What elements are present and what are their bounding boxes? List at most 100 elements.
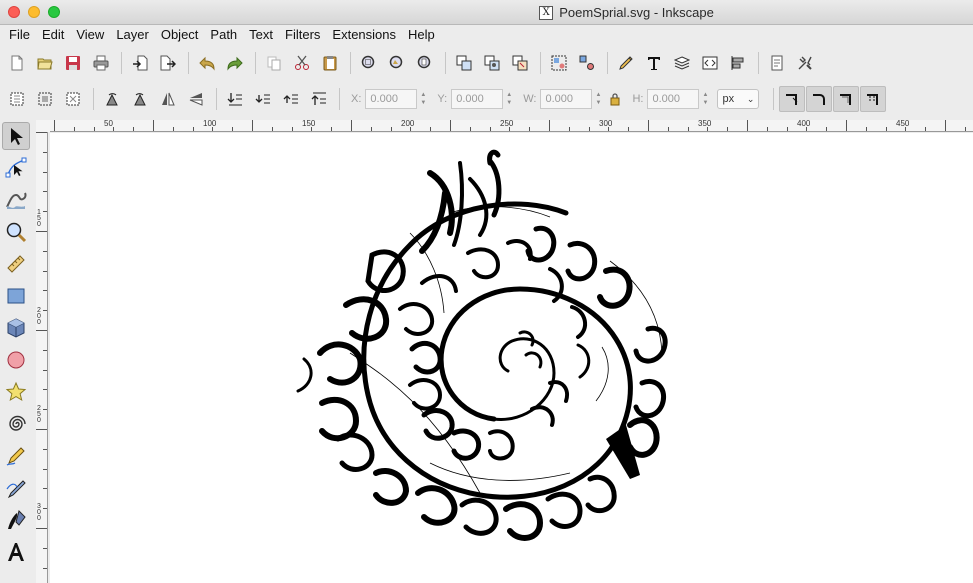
- calligraphy-lettering: [296, 149, 668, 541]
- ellipse-tool-icon: [7, 351, 25, 369]
- new-document-button[interactable]: [4, 50, 30, 76]
- layers-button[interactable]: [669, 50, 695, 76]
- raise-to-top-button[interactable]: [306, 86, 332, 112]
- tweak-tool[interactable]: [2, 186, 30, 214]
- 3d-box-tool[interactable]: [2, 314, 30, 342]
- open-document-button[interactable]: [32, 50, 58, 76]
- toolbar-separator: [607, 52, 608, 74]
- unlink-clone-button[interactable]: [507, 50, 533, 76]
- star-tool[interactable]: [2, 378, 30, 406]
- select-all-layers-button[interactable]: [32, 86, 58, 112]
- poem-spiral-artwork[interactable]: [50, 133, 973, 583]
- menu-edit[interactable]: Edit: [36, 25, 70, 45]
- rotate-cw-button[interactable]: [127, 86, 153, 112]
- deselect-icon: [66, 92, 80, 106]
- import-button[interactable]: [127, 50, 153, 76]
- select-all-button[interactable]: [4, 86, 30, 112]
- fill-stroke-icon: [619, 56, 633, 70]
- menu-file[interactable]: File: [3, 25, 36, 45]
- height-input[interactable]: [647, 89, 700, 109]
- flip-horizontal-button[interactable]: [155, 86, 181, 112]
- menu-extensions[interactable]: Extensions: [326, 25, 402, 45]
- raise-button[interactable]: [278, 86, 304, 112]
- paste-button[interactable]: [317, 50, 343, 76]
- paste-icon: [323, 56, 337, 71]
- group-button[interactable]: [546, 50, 572, 76]
- width-spinner[interactable]: ▲ ▼: [592, 89, 604, 109]
- vruler-label-200: 200: [37, 307, 41, 326]
- x-coordinate-input[interactable]: [365, 89, 418, 109]
- scale-stroke-toggle[interactable]: [779, 86, 806, 112]
- transform-patterns-toggle[interactable]: [860, 86, 887, 112]
- preferences-button[interactable]: [792, 50, 818, 76]
- flip-vertical-button[interactable]: [183, 86, 209, 112]
- zoom-drawing-button[interactable]: [384, 50, 410, 76]
- print-icon: [93, 55, 109, 71]
- print-button[interactable]: [88, 50, 114, 76]
- text-tool[interactable]: [2, 538, 30, 566]
- node-tool[interactable]: [2, 154, 30, 182]
- rotate-ccw-button[interactable]: [99, 86, 125, 112]
- lower-button[interactable]: [250, 86, 276, 112]
- redo-button[interactable]: [222, 50, 248, 76]
- menu-text[interactable]: Text: [243, 25, 279, 45]
- menu-object[interactable]: Object: [155, 25, 205, 45]
- ungroup-button[interactable]: [574, 50, 600, 76]
- calligraphy-tool[interactable]: [2, 506, 30, 534]
- export-button[interactable]: [155, 50, 181, 76]
- vertical-ruler[interactable]: 150 200 250 300: [36, 132, 48, 583]
- scale-corners-toggle[interactable]: [806, 86, 833, 112]
- lock-proportions-button[interactable]: [606, 86, 624, 112]
- text-font-button[interactable]: [641, 50, 667, 76]
- deselect-button[interactable]: [60, 86, 86, 112]
- spiral-tool[interactable]: [2, 410, 30, 438]
- spin-down-icon: ▼: [702, 100, 709, 106]
- vruler-label-150: 150: [37, 209, 41, 228]
- pencil-tool[interactable]: [2, 442, 30, 470]
- unit-select[interactable]: px ⌄: [717, 89, 760, 109]
- y-coordinate-input[interactable]: [451, 89, 504, 109]
- menu-layer[interactable]: Layer: [110, 25, 155, 45]
- clone-button[interactable]: [479, 50, 505, 76]
- lower-icon: [255, 94, 270, 104]
- align-distribute-icon: [731, 56, 744, 70]
- export-icon: [160, 55, 176, 71]
- zoom-page-button[interactable]: [412, 50, 438, 76]
- drawing-canvas[interactable]: [50, 133, 973, 583]
- width-input[interactable]: [540, 89, 593, 109]
- align-distribute-button[interactable]: [725, 50, 751, 76]
- zoom-tool[interactable]: [2, 218, 30, 246]
- cut-button[interactable]: [289, 50, 315, 76]
- star-tool-icon: [5, 381, 27, 402]
- selector-tool[interactable]: [2, 122, 30, 150]
- zoom-selection-button[interactable]: [356, 50, 382, 76]
- menu-path[interactable]: Path: [204, 25, 243, 45]
- xml-editor-button[interactable]: [697, 50, 723, 76]
- y-spinner[interactable]: ▲ ▼: [503, 89, 515, 109]
- height-spinner[interactable]: ▲ ▼: [699, 89, 711, 109]
- text-tool-icon: [8, 543, 24, 561]
- menu-bar: File Edit View Layer Object Path Text Fi…: [0, 25, 973, 45]
- x-spinner[interactable]: ▲ ▼: [417, 89, 429, 109]
- zoom-tool-icon: [6, 222, 27, 243]
- menu-filters[interactable]: Filters: [279, 25, 326, 45]
- window-title: PoemSprial.svg - Inkscape: [559, 5, 714, 20]
- document-properties-button[interactable]: [764, 50, 790, 76]
- lower-to-bottom-button[interactable]: [222, 86, 248, 112]
- spin-down-icon: ▼: [420, 100, 427, 106]
- pen-tool[interactable]: [2, 474, 30, 502]
- duplicate-icon: [456, 55, 472, 71]
- transform-gradients-toggle[interactable]: [833, 86, 860, 112]
- measure-tool[interactable]: [2, 250, 30, 278]
- undo-button[interactable]: [194, 50, 220, 76]
- fill-stroke-button[interactable]: [613, 50, 639, 76]
- rectangle-tool[interactable]: [2, 282, 30, 310]
- duplicate-button[interactable]: [451, 50, 477, 76]
- menu-help[interactable]: Help: [402, 25, 441, 45]
- ellipse-tool[interactable]: [2, 346, 30, 374]
- toolbar-separator: [339, 88, 340, 110]
- horizontal-ruler[interactable]: 50 100 150 200 250 300 350 400 450: [50, 120, 973, 132]
- save-document-button[interactable]: [60, 50, 86, 76]
- menu-view[interactable]: View: [70, 25, 110, 45]
- copy-button[interactable]: [261, 50, 287, 76]
